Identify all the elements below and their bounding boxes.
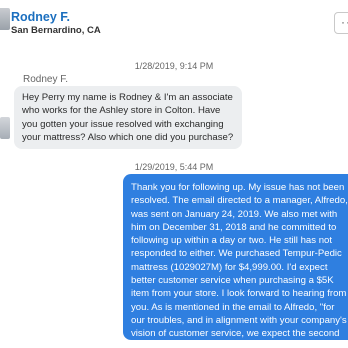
message-timestamp: 1/29/2019, 5:44 PM [134, 162, 214, 172]
sender-avatar[interactable] [0, 117, 10, 139]
conversation-header: Rodney F. San Bernardino, CA ··· [0, 0, 348, 52]
outgoing-message-bubble: Thank you for following up. My issue has… [123, 174, 348, 340]
user-name-link[interactable]: Rodney F. [11, 10, 70, 24]
user-avatar[interactable] [0, 8, 10, 30]
more-options-button[interactable]: ··· [334, 12, 348, 34]
incoming-message-bubble: Hey Perry my name is Rodney & I'm an ass… [14, 86, 242, 150]
message-timestamp: 1/28/2019, 9:14 PM [134, 61, 214, 71]
user-location: San Bernardino, CA [11, 25, 101, 36]
sender-name: Rodney F. [23, 74, 69, 85]
